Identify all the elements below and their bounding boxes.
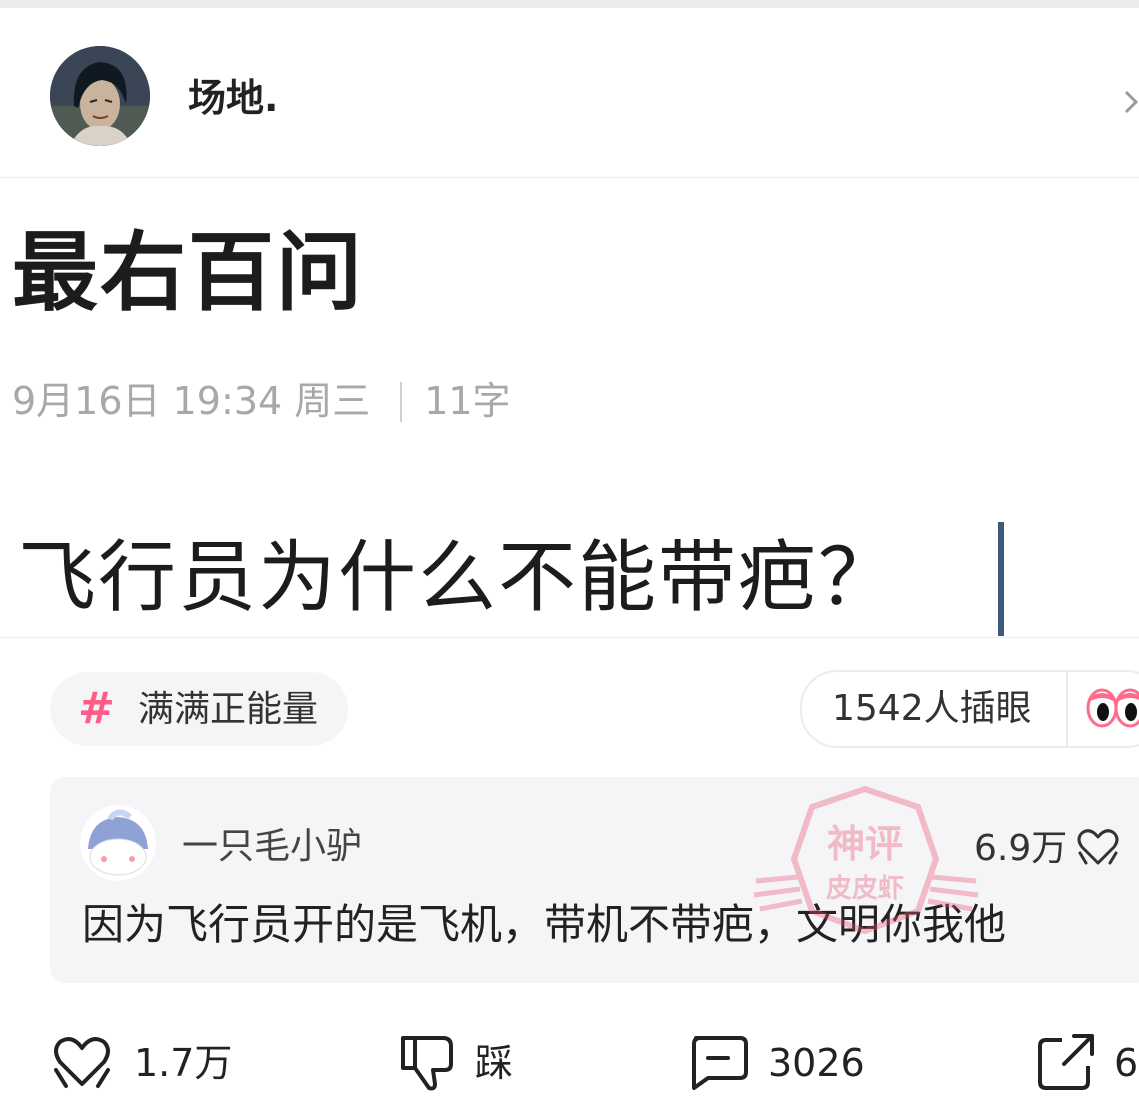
heart-hands-icon xyxy=(54,1037,110,1088)
comment-icon xyxy=(692,1036,748,1090)
dislike-button[interactable]: 踩 xyxy=(395,1030,525,1094)
commenter-name[interactable]: 一只毛小驴 xyxy=(182,823,362,871)
thumbs-down-icon xyxy=(401,1036,453,1091)
dislike-label: 踩 xyxy=(475,1041,514,1085)
share-count: 6 xyxy=(1114,1041,1139,1085)
eyes-icon xyxy=(1086,688,1139,728)
heart-hands-icon[interactable] xyxy=(1074,823,1122,871)
commenter-avatar[interactable] xyxy=(80,805,156,881)
note-body: 飞行员为什么不能带疤？ xyxy=(18,533,899,623)
topic-label: 满满正能量 xyxy=(138,689,319,730)
note-meta: 9月16日 19:34 周三 11字 xyxy=(12,376,511,426)
note-title: 最右百问 xyxy=(12,223,364,323)
comment-count: 3026 xyxy=(768,1041,865,1085)
comment-like-count: 6.9万 xyxy=(974,828,1068,869)
comment-button[interactable]: 3026 xyxy=(686,1030,876,1094)
watermark-line2: 皮皮虾 xyxy=(826,874,904,904)
watermark-line1: 神评 xyxy=(827,822,903,866)
pill-divider xyxy=(1066,672,1068,746)
chevron-down-icon[interactable] xyxy=(1124,86,1139,116)
note-date: 9月16日 19:34 周三 xyxy=(12,379,371,423)
note-image: 最右百问 9月16日 19:34 周三 11字 飞行员为什么不能带疤？ xyxy=(0,177,1139,638)
share-button[interactable]: 6 xyxy=(1034,1030,1139,1094)
author-name[interactable]: 场地. xyxy=(188,74,278,122)
topic-tag[interactable]: # 满满正能量 xyxy=(50,672,348,746)
like-count: 1.7万 xyxy=(134,1041,233,1085)
poke-button[interactable]: 1542人插眼 xyxy=(800,670,1139,748)
note-word-count: 11字 xyxy=(424,379,511,423)
post-page: 场地. 最右百问 9月16日 19:34 周三 11字 飞行员为什么不能带疤？ #… xyxy=(0,0,1139,1110)
meta-separator xyxy=(400,382,403,422)
author-avatar[interactable] xyxy=(50,46,150,146)
top-divider xyxy=(0,0,1139,8)
hashtag-icon: # xyxy=(78,683,115,734)
like-button[interactable]: 1.7万 xyxy=(50,1030,233,1094)
text-caret xyxy=(998,522,1004,636)
watermark-stamp: 神评 皮皮虾 xyxy=(753,785,979,935)
poke-count: 1542人插眼 xyxy=(832,688,1032,729)
share-icon xyxy=(1038,1034,1094,1090)
post-header: 场地. xyxy=(0,8,1139,176)
